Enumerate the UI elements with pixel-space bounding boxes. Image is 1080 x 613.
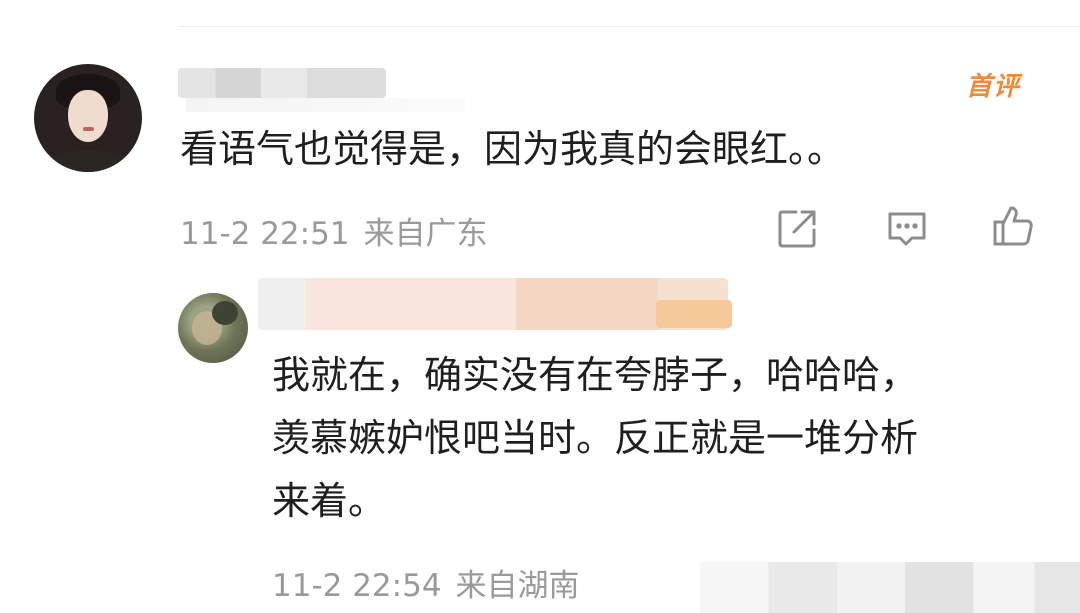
reply-text-line: 我就在，确实没有在夸脖子，哈哈哈，: [272, 353, 919, 397]
reply-text: 我就在，确实没有在夸脖子，哈哈哈， 羡慕嫉妒恨吧当时。反正就是一堆分析 来着。: [272, 344, 1032, 533]
reply-text-line: 来着。: [272, 479, 387, 523]
thumbs-up-icon[interactable]: [990, 202, 1036, 248]
avatar[interactable]: [34, 64, 142, 172]
reply-time: 11-2 22:54: [272, 568, 442, 604]
comment-location: 来自广东: [363, 216, 488, 252]
comment-meta: 11-2 22:51 来自广东: [180, 208, 488, 253]
comment-icon[interactable]: [884, 206, 930, 252]
comment-thread: 首评 看语气也觉得是，因为我真的会眼红。。 11-2 22:51 来自广东 我就在: [0, 0, 1080, 613]
avatar-figure-dark: [212, 301, 238, 325]
reply-location: 来自湖南: [455, 568, 580, 604]
reply-meta: 11-2 22:54 来自湖南: [272, 560, 580, 605]
divider: [178, 26, 1080, 27]
avatar-lips: [83, 127, 94, 131]
first-comment-badge: 首评: [966, 72, 1021, 102]
comment-text: 看语气也觉得是，因为我真的会眼红。。: [180, 127, 846, 171]
username-blurred[interactable]: [178, 68, 386, 98]
username-blur-shadow: [186, 98, 466, 112]
blurred-actions: [700, 562, 1080, 613]
avatar-face: [68, 90, 108, 142]
comment-time: 11-2 22:51: [180, 216, 350, 252]
share-icon[interactable]: [774, 206, 820, 252]
reply-badge-blurred: [656, 300, 732, 328]
avatar-shoulders: [42, 150, 134, 172]
reply-avatar[interactable]: [178, 293, 248, 363]
reply-text-line: 羡慕嫉妒恨吧当时。反正就是一堆分析: [272, 416, 919, 460]
